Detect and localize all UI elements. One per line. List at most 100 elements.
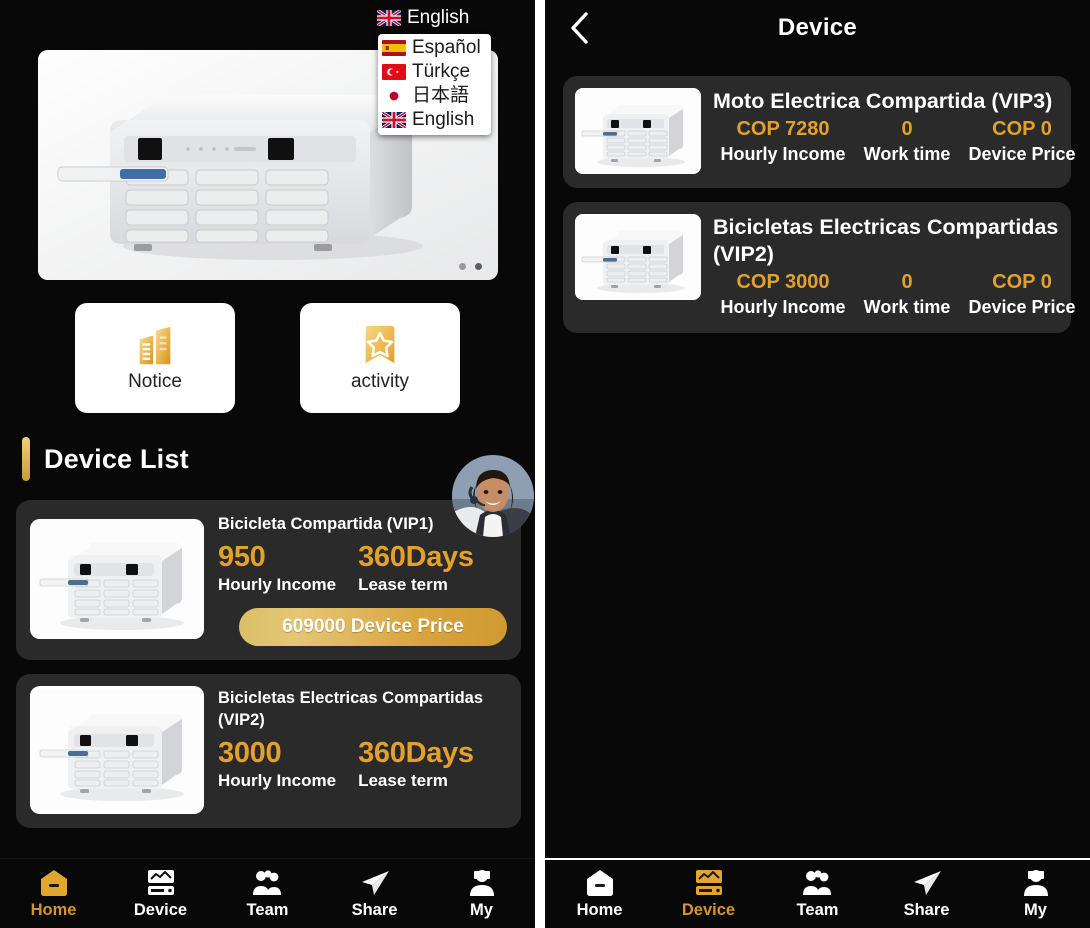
device-card[interactable]: Bicicletas Electricas Compartidas (VIP2)… — [16, 674, 521, 828]
tab-device[interactable]: Device — [107, 868, 214, 920]
language-option-label: English — [412, 109, 474, 131]
spain-flag-icon — [382, 40, 406, 56]
share-icon — [359, 868, 391, 898]
language-selector[interactable]: English Español — [375, 6, 493, 30]
tab-label: My — [470, 901, 493, 920]
building-announcement-icon — [132, 323, 178, 369]
device-icon — [693, 868, 725, 898]
tab-label: My — [1024, 901, 1047, 920]
power-bank-station-thumb — [30, 686, 204, 814]
device-value: 0 — [853, 116, 961, 142]
device-value-label: Hourly Income — [713, 142, 853, 166]
device-stat-label: Hourly Income — [218, 574, 336, 596]
tab-team[interactable]: Team — [214, 868, 321, 920]
activity-tile-label: activity — [351, 371, 409, 393]
device-stat-value: 360Days — [358, 541, 474, 574]
tab-label: Home — [31, 901, 77, 920]
uk-flag-icon — [377, 10, 401, 26]
support-agent-avatar-image — [452, 455, 534, 537]
support-agent-avatar[interactable] — [452, 455, 534, 537]
tab-label: Device — [134, 901, 187, 920]
tab-team[interactable]: Team — [763, 868, 872, 920]
device-thumbnail — [30, 686, 204, 814]
device-stat-value: 950 — [218, 541, 336, 574]
uk-flag-icon — [382, 112, 406, 128]
home-icon — [584, 868, 616, 898]
panel-divider — [535, 0, 545, 928]
device-stat: 360Days Lease term — [358, 541, 474, 596]
tab-device[interactable]: Device — [654, 868, 763, 920]
device-card[interactable]: Bicicleta Compartida (VIP1) 950 Hourly I… — [16, 500, 521, 660]
tab-home[interactable]: Home — [545, 868, 654, 920]
star-bookmark-icon — [357, 323, 403, 369]
device-value: COP 0 — [961, 116, 1083, 142]
device-thumbnail — [575, 214, 701, 300]
device-card[interactable]: Moto Electrica Compartida (VIP3) COP 728… — [563, 76, 1071, 188]
tab-share[interactable]: Share — [872, 868, 981, 920]
chevron-left-icon — [568, 11, 590, 45]
device-list-heading: Device List — [22, 437, 189, 481]
share-icon — [911, 868, 943, 898]
tab-my[interactable]: My — [981, 868, 1090, 920]
device-name: Bicicletas Electricas Compartidas (VIP2) — [713, 214, 1061, 268]
device-stat-label: Lease term — [358, 770, 474, 792]
language-option-english[interactable]: English — [378, 108, 491, 132]
tab-label: Team — [797, 901, 839, 920]
device-screen-panel: Device — [545, 0, 1090, 928]
device-stat-value: 3000 — [218, 737, 336, 770]
carousel-dot[interactable] — [459, 263, 466, 270]
accent-bar — [22, 437, 30, 481]
tab-label: Device — [682, 901, 735, 920]
notice-tile-label: Notice — [128, 371, 182, 393]
page-header: Device — [545, 0, 1090, 56]
language-option-turkce[interactable]: Türkçe — [378, 60, 491, 84]
language-option-espanol[interactable]: Español — [378, 36, 491, 60]
language-option-japanese[interactable]: 日本語 — [378, 84, 491, 108]
language-dropdown-menu[interactable]: Español Türkçe 日本語 — [378, 34, 491, 135]
tab-label: Team — [247, 901, 289, 920]
device-stat: 950 Hourly Income — [218, 541, 336, 596]
power-bank-station-thumb — [30, 519, 204, 639]
tab-share[interactable]: Share — [321, 868, 428, 920]
back-button[interactable] — [557, 6, 601, 50]
bottom-navigation-bar: Home Device — [545, 858, 1090, 928]
user-icon — [466, 868, 498, 898]
home-icon — [38, 868, 70, 898]
page-title: Device — [545, 14, 1090, 42]
device-stat-label: Hourly Income — [218, 770, 336, 792]
device-price-button[interactable]: 609000 Device Price — [239, 608, 507, 646]
tab-label: Share — [352, 901, 398, 920]
tab-home[interactable]: Home — [0, 868, 107, 920]
user-icon — [1020, 868, 1052, 898]
device-card[interactable]: Bicicletas Electricas Compartidas (VIP2)… — [563, 202, 1071, 333]
device-name: Bicicletas Electricas Compartidas (VIP2) — [218, 687, 507, 731]
device-value-label: Work time — [853, 295, 961, 319]
device-value: COP 7280 — [713, 116, 853, 142]
device-stat-value: 360Days — [358, 737, 474, 770]
activity-tile[interactable]: activity — [300, 303, 460, 413]
notice-tile[interactable]: Notice — [75, 303, 235, 413]
japan-flag-icon — [382, 88, 406, 104]
power-bank-station-thumb — [575, 88, 701, 174]
team-icon — [252, 868, 284, 898]
device-card-list: Bicicleta Compartida (VIP1) 950 Hourly I… — [16, 500, 521, 842]
tab-my[interactable]: My — [428, 868, 535, 920]
power-bank-station-thumb — [575, 214, 701, 300]
tab-label: Share — [904, 901, 950, 920]
device-stat: 360Days Lease term — [358, 737, 474, 792]
device-thumbnail — [30, 519, 204, 639]
carousel-dots[interactable] — [459, 263, 482, 270]
home-screen-panel: English Español — [0, 0, 535, 928]
language-option-label: Türkçe — [412, 61, 470, 83]
device-value: COP 3000 — [713, 269, 853, 295]
device-value: 0 — [853, 269, 961, 295]
section-title: Device List — [44, 444, 189, 475]
device-value-label: Work time — [853, 142, 961, 166]
device-icon — [145, 868, 177, 898]
language-option-label: Español — [412, 37, 481, 59]
shortcut-tiles: Notice activity — [0, 303, 535, 413]
device-value-label: Hourly Income — [713, 295, 853, 319]
device-stat: 3000 Hourly Income — [218, 737, 336, 792]
carousel-dot-active[interactable] — [475, 263, 482, 270]
language-current[interactable]: English — [375, 6, 493, 30]
